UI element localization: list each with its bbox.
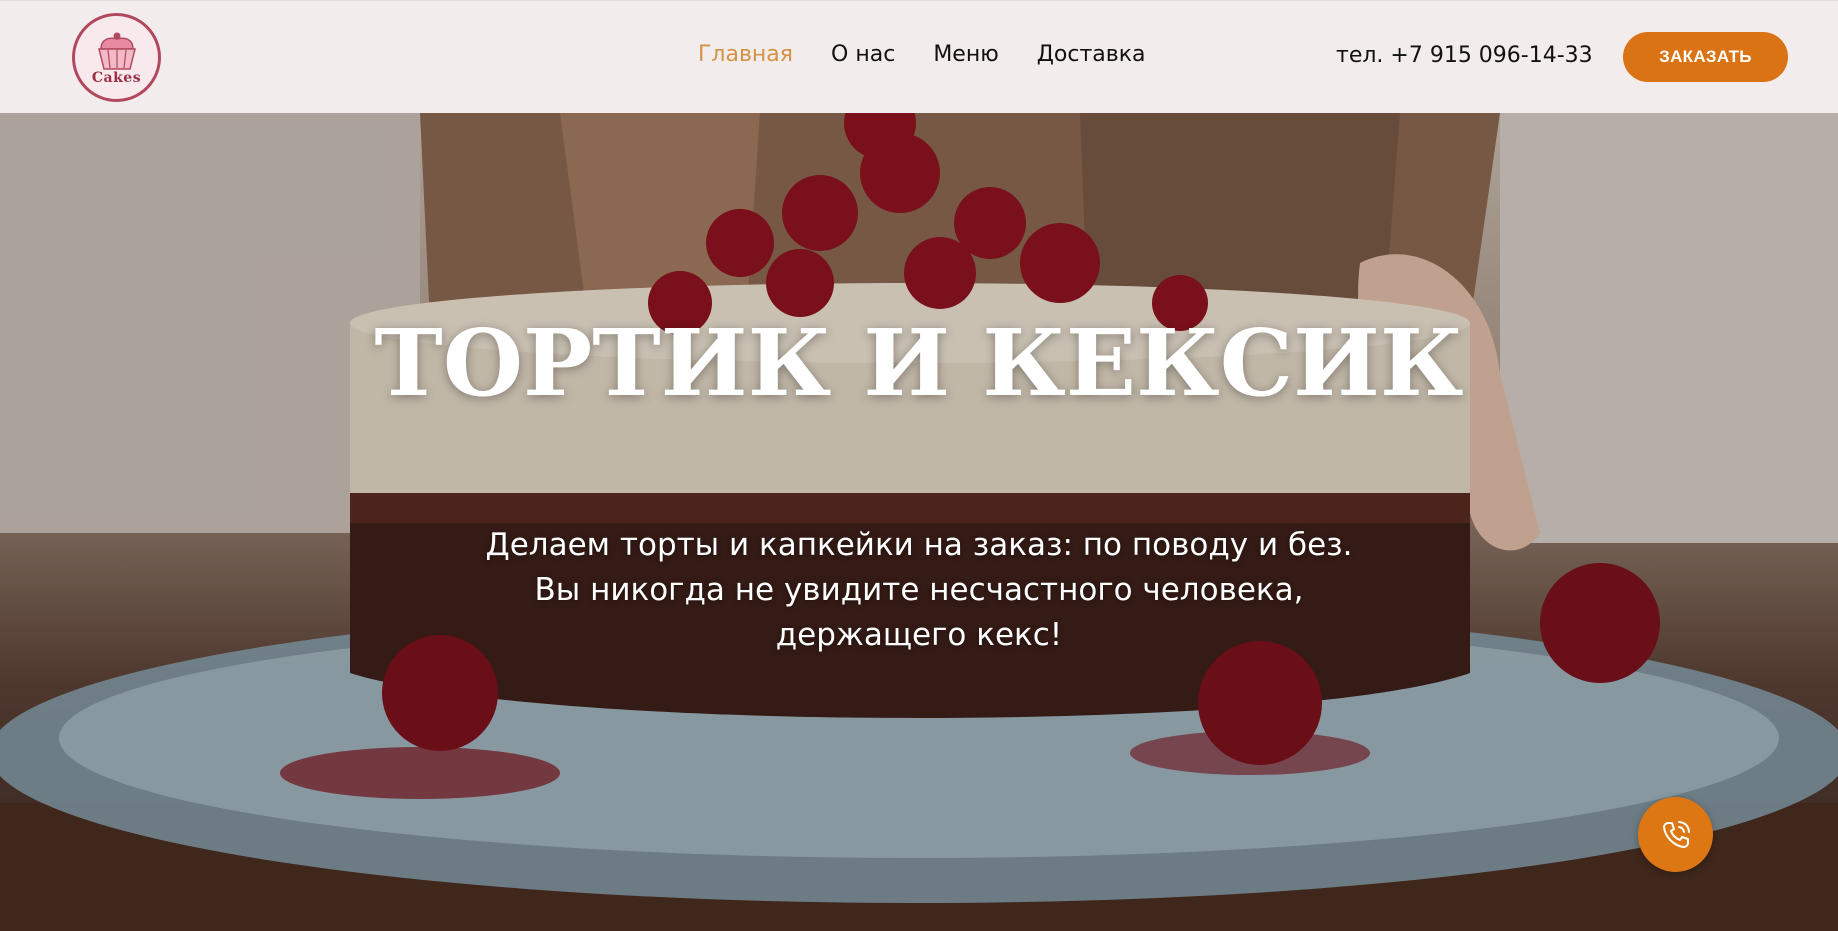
logo[interactable]: Cakes <box>72 13 161 102</box>
header-phone[interactable]: тел. +7 915 096-14-33 <box>1336 43 1593 68</box>
hero-subtitle-line: Делаем торты и капкейки на заказ: по пов… <box>485 527 1353 563</box>
hero-section: ТОРТИК И КЕКСИК Делаем торты и капкейки … <box>0 113 1838 931</box>
cupcake-icon <box>97 32 136 70</box>
main-nav: Главная О нас Меню Доставка <box>698 42 1184 67</box>
hero-subtitle: Делаем торты и капкейки на заказ: по пов… <box>0 523 1838 658</box>
nav-item-home[interactable]: Главная <box>698 42 793 67</box>
hero-subtitle-line: держащего кекс! <box>775 617 1063 653</box>
hero-title: ТОРТИК И КЕКСИК <box>374 309 1464 417</box>
hero-overlay <box>0 113 1838 931</box>
logo-text: Cakes <box>91 70 142 86</box>
call-button[interactable] <box>1638 797 1713 872</box>
phone-call-icon <box>1662 820 1690 848</box>
order-button[interactable]: ЗАКАЗАТЬ <box>1623 32 1788 82</box>
nav-item-menu[interactable]: Меню <box>933 42 998 67</box>
site-header: Cakes Главная О нас Меню Доставка тел. +… <box>0 0 1838 113</box>
hero-subtitle-line: Вы никогда не увидите несчастного челове… <box>534 572 1304 608</box>
nav-item-about[interactable]: О нас <box>831 42 895 67</box>
nav-item-delivery[interactable]: Доставка <box>1037 42 1146 67</box>
